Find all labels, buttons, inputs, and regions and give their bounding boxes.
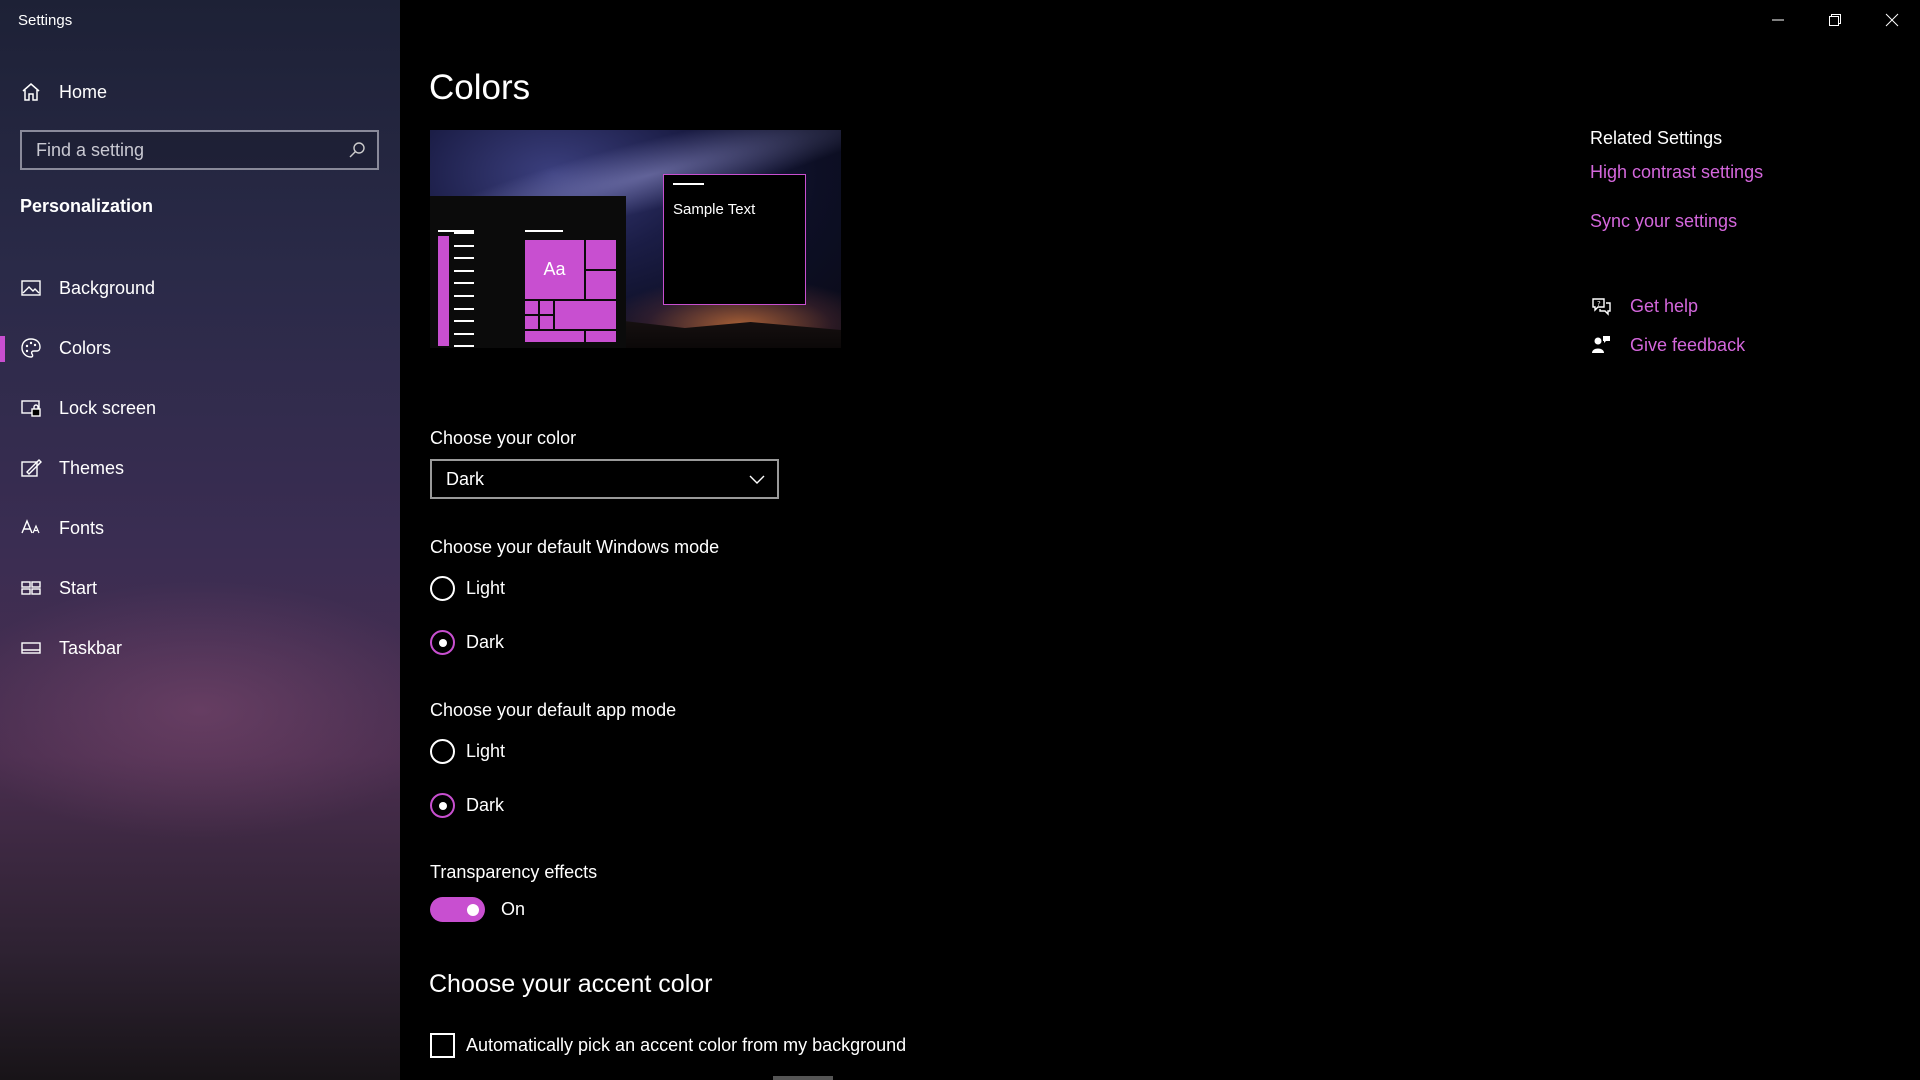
sidebar-item-colors[interactable]: Colors: [0, 318, 400, 378]
fonts-icon: [20, 517, 42, 539]
preview-tiles: Aa: [525, 240, 618, 348]
section-title: Personalization: [20, 196, 154, 216]
windows-mode-label: Choose your default Windows mode: [430, 537, 720, 557]
transparency-toggle[interactable]: On: [430, 897, 525, 922]
choose-color-dropdown[interactable]: Dark: [430, 459, 779, 499]
app-mode-light-radio[interactable]: Light: [430, 739, 505, 764]
sidebar-item-start[interactable]: Start: [0, 558, 400, 618]
sidebar-nav: Background Colors Lock screen Themes Fon…: [0, 258, 400, 678]
windows-mode-light-radio[interactable]: Light: [430, 576, 505, 601]
search-icon[interactable]: [347, 140, 367, 160]
start-icon: [20, 577, 42, 599]
transparency-label: Transparency effects: [430, 862, 598, 882]
sidebar-item-background[interactable]: Background: [0, 258, 400, 318]
preview-menu-strip: [438, 236, 449, 346]
radio-circle: [430, 739, 455, 764]
sidebar-item-label: Lock screen: [59, 397, 157, 418]
app-title: Settings: [18, 12, 73, 29]
sidebar: Settings Home Personalization Background…: [0, 0, 400, 1080]
theme-preview: Aa Sample Text: [430, 130, 841, 348]
sidebar-item-label: Taskbar: [59, 637, 123, 658]
radio-label: Light: [466, 578, 506, 598]
radio-label: Dark: [466, 632, 505, 652]
taskbar-icon: [20, 637, 42, 659]
sidebar-item-label: Background: [59, 277, 156, 298]
preview-tile-aa: Aa: [525, 240, 584, 299]
app-mode-label: Choose your default app mode: [430, 700, 677, 720]
sidebar-item-label: Themes: [59, 457, 125, 478]
get-help-link[interactable]: ? Get help: [1590, 295, 1698, 317]
sidebar-item-fonts[interactable]: Fonts: [0, 498, 400, 558]
preview-tile-bar: [525, 230, 563, 232]
preview-start-menu: Aa: [430, 196, 626, 348]
themes-brush-icon: [20, 457, 42, 479]
radio-label: Light: [466, 741, 506, 761]
sidebar-item-label: Fonts: [59, 517, 105, 538]
related-settings-heading: Related Settings: [1590, 128, 1723, 148]
toggle-state-label: On: [501, 899, 526, 919]
choose-color-label: Choose your color: [430, 428, 577, 448]
palette-icon: [20, 337, 42, 359]
give-feedback-label: Give feedback: [1630, 334, 1746, 355]
radio-circle: [430, 630, 455, 655]
page-title: Colors: [429, 68, 531, 107]
search-input[interactable]: [36, 139, 347, 161]
radio-label: Dark: [466, 795, 505, 815]
scroll-indicator[interactable]: [773, 1076, 833, 1080]
sidebar-item-lock-screen[interactable]: Lock screen: [0, 378, 400, 438]
accent-heading: Choose your accent color: [429, 970, 713, 998]
sidebar-item-taskbar[interactable]: Taskbar: [0, 618, 400, 678]
feedback-icon: [1592, 336, 1610, 353]
radio-circle: [430, 576, 455, 601]
high-contrast-link[interactable]: High contrast settings: [1590, 162, 1763, 183]
chevron-down-icon: [749, 475, 765, 484]
picture-icon: [20, 277, 42, 299]
preview-sample-window: Sample Text: [663, 174, 806, 305]
sidebar-item-label: Colors: [59, 337, 112, 358]
toggle-knob: [467, 903, 479, 916]
sidebar-item-label: Start: [59, 577, 98, 598]
svg-text:?: ?: [1597, 300, 1601, 308]
choose-color-value: Dark: [446, 468, 485, 489]
lock-screen-icon: [20, 397, 42, 419]
help-chat-icon: ?: [1592, 298, 1611, 316]
radio-circle: [430, 793, 455, 818]
checkbox-box: [430, 1033, 455, 1058]
toggle-track: [430, 897, 485, 922]
app-mode-dark-radio[interactable]: Dark: [430, 793, 504, 818]
preview-menu-lines: [454, 232, 474, 348]
checkbox-label: Automatically pick an accent color from …: [466, 1035, 907, 1055]
sidebar-home-label: Home: [59, 81, 108, 102]
give-feedback-link[interactable]: Give feedback: [1590, 334, 1745, 356]
windows-mode-dark-radio[interactable]: Dark: [430, 630, 504, 655]
search-box[interactable]: [20, 130, 379, 170]
home-icon: [22, 83, 40, 101]
preview-sample-text: Sample Text: [673, 201, 756, 218]
get-help-label: Get help: [1630, 295, 1699, 316]
sync-settings-link[interactable]: Sync your settings: [1590, 211, 1737, 232]
auto-accent-checkbox[interactable]: Automatically pick an accent color from …: [430, 1033, 906, 1058]
sidebar-item-themes[interactable]: Themes: [0, 438, 400, 498]
sidebar-home[interactable]: Home: [20, 78, 107, 106]
